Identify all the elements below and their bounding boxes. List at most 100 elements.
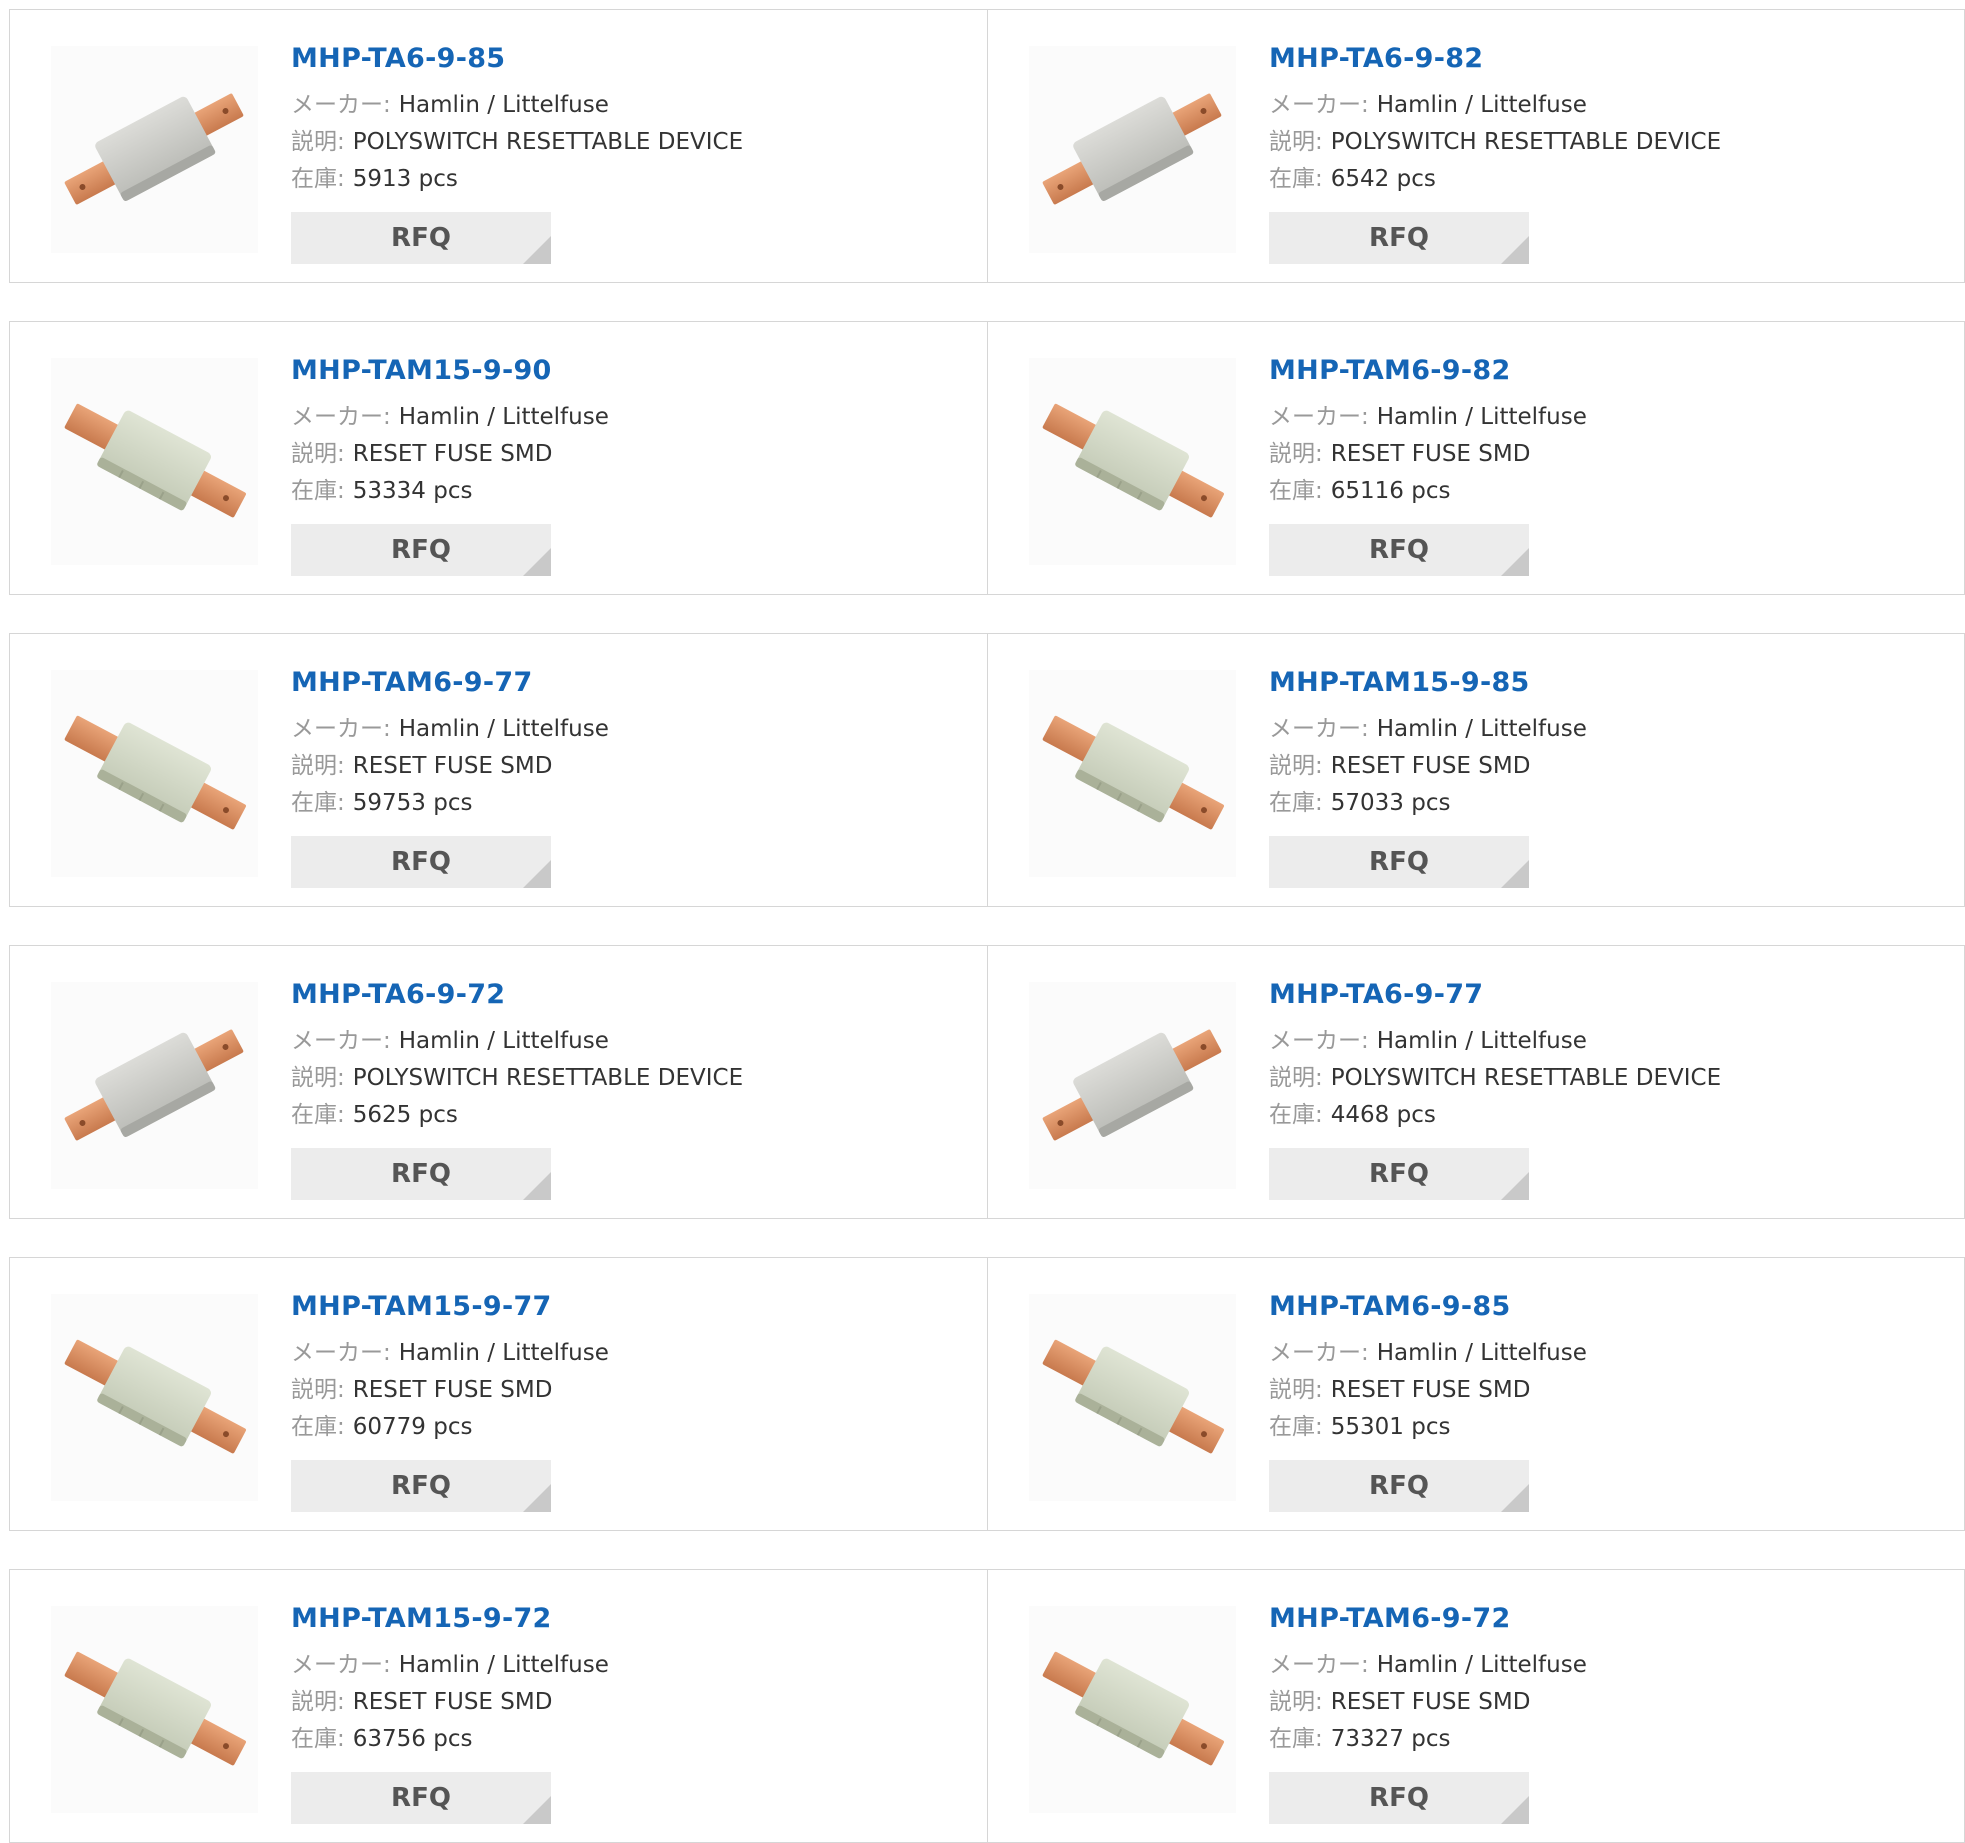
rfq-button[interactable]: RFQ: [291, 1772, 551, 1824]
product-card: MHP-TAM6-9-72 メーカー: Hamlin / Littelfuse 説明:…: [987, 1570, 1964, 1842]
description-line: 説明: POLYSWITCH RESETTABLE DEVICE: [1269, 124, 1721, 161]
stock-line: 在庫: 60779 pcs: [291, 1409, 609, 1446]
product-row: MHP-TAM15-9-77 メーカー: Hamlin / Littelfuse 説明…: [9, 1257, 1965, 1531]
rfq-button[interactable]: RFQ: [1269, 1148, 1529, 1200]
description-value: POLYSWITCH RESETTABLE DEVICE: [1330, 129, 1722, 155]
description-label: 説明:: [291, 1065, 345, 1091]
product-card: MHP-TAM6-9-77 メーカー: Hamlin / Littelfuse 説明:…: [10, 634, 987, 906]
description-label: 説明:: [291, 441, 345, 467]
maker-label: メーカー:: [1269, 92, 1369, 118]
polyswitch-device-image[interactable]: [1029, 982, 1236, 1189]
part-number-link[interactable]: MHP-TAM6-9-77: [291, 666, 609, 700]
maker-line: メーカー: Hamlin / Littelfuse: [1269, 1023, 1721, 1060]
maker-value: Hamlin / Littelfuse: [398, 1340, 609, 1366]
rfq-button[interactable]: RFQ: [1269, 1460, 1529, 1512]
rfq-button[interactable]: RFQ: [291, 524, 551, 576]
stock-line: 在庫: 65116 pcs: [1269, 473, 1587, 510]
rfq-button[interactable]: RFQ: [1269, 524, 1529, 576]
reset-fuse-image[interactable]: [51, 670, 258, 877]
description-line: 説明: RESET FUSE SMD: [291, 1684, 609, 1721]
stock-value: 73327 pcs: [1330, 1726, 1451, 1752]
maker-line: メーカー: Hamlin / Littelfuse: [1269, 87, 1721, 124]
product-info: MHP-TA6-9-72 メーカー: Hamlin / Littelfuse 説明: P…: [291, 978, 743, 1200]
reset-fuse-image[interactable]: [1029, 1606, 1236, 1813]
description-value: RESET FUSE SMD: [1330, 441, 1531, 467]
reset-fuse-image[interactable]: [1029, 1294, 1236, 1501]
stock-label: 在庫:: [1269, 1102, 1323, 1128]
description-value: RESET FUSE SMD: [1330, 1377, 1531, 1403]
stock-value: 65116 pcs: [1330, 478, 1451, 504]
polyswitch-device-image[interactable]: [51, 46, 258, 253]
polyswitch-device-image[interactable]: [51, 982, 258, 1189]
rfq-button[interactable]: RFQ: [1269, 212, 1529, 264]
rfq-label: RFQ: [391, 1783, 451, 1813]
reset-fuse-image[interactable]: [51, 1606, 258, 1813]
maker-line: メーカー: Hamlin / Littelfuse: [1269, 711, 1587, 748]
maker-label: メーカー:: [1269, 404, 1369, 430]
description-line: 説明: RESET FUSE SMD: [1269, 1372, 1587, 1409]
rfq-button[interactable]: RFQ: [1269, 836, 1529, 888]
stock-value: 55301 pcs: [1330, 1414, 1451, 1440]
maker-label: メーカー:: [291, 1028, 391, 1054]
description-label: 説明:: [1269, 441, 1323, 467]
description-value: RESET FUSE SMD: [1330, 753, 1531, 779]
rfq-button[interactable]: RFQ: [291, 212, 551, 264]
stock-line: 在庫: 57033 pcs: [1269, 785, 1587, 822]
maker-label: メーカー:: [291, 92, 391, 118]
description-line: 説明: RESET FUSE SMD: [1269, 436, 1587, 473]
part-number-link[interactable]: MHP-TA6-9-77: [1269, 978, 1721, 1012]
part-number-link[interactable]: MHP-TAM15-9-85: [1269, 666, 1587, 700]
rfq-button[interactable]: RFQ: [1269, 1772, 1529, 1824]
product-row: MHP-TAM15-9-90 メーカー: Hamlin / Littelfuse 説明…: [9, 321, 1965, 595]
maker-label: メーカー:: [1269, 1652, 1369, 1678]
maker-line: メーカー: Hamlin / Littelfuse: [1269, 1647, 1587, 1684]
description-label: 説明:: [291, 129, 345, 155]
stock-line: 在庫: 5625 pcs: [291, 1097, 743, 1134]
stock-label: 在庫:: [1269, 478, 1323, 504]
polyswitch-device-image[interactable]: [1029, 46, 1236, 253]
description-line: 説明: RESET FUSE SMD: [1269, 1684, 1587, 1721]
product-card: MHP-TAM15-9-77 メーカー: Hamlin / Littelfuse 説明…: [10, 1258, 987, 1530]
product-info: MHP-TAM6-9-77 メーカー: Hamlin / Littelfuse 説明:…: [291, 666, 609, 888]
part-number-link[interactable]: MHP-TA6-9-72: [291, 978, 743, 1012]
rfq-button[interactable]: RFQ: [291, 836, 551, 888]
part-number-link[interactable]: MHP-TAM6-9-85: [1269, 1290, 1587, 1324]
maker-label: メーカー:: [1269, 1028, 1369, 1054]
part-number-link[interactable]: MHP-TAM6-9-72: [1269, 1602, 1587, 1636]
reset-fuse-image[interactable]: [1029, 670, 1236, 877]
reset-fuse-image[interactable]: [51, 1294, 258, 1501]
stock-label: 在庫:: [291, 1414, 345, 1440]
part-number-link[interactable]: MHP-TAM15-9-90: [291, 354, 609, 388]
reset-fuse-image[interactable]: [1029, 358, 1236, 565]
maker-label: メーカー:: [291, 1652, 391, 1678]
product-info: MHP-TAM6-9-85 メーカー: Hamlin / Littelfuse 説明:…: [1269, 1290, 1587, 1512]
description-value: RESET FUSE SMD: [352, 753, 553, 779]
stock-value: 60779 pcs: [352, 1414, 473, 1440]
part-number-link[interactable]: MHP-TAM6-9-82: [1269, 354, 1587, 388]
part-number-link[interactable]: MHP-TA6-9-82: [1269, 42, 1721, 76]
stock-label: 在庫:: [291, 1102, 345, 1128]
stock-line: 在庫: 73327 pcs: [1269, 1721, 1587, 1758]
maker-line: メーカー: Hamlin / Littelfuse: [291, 399, 609, 436]
product-card: MHP-TAM15-9-72 メーカー: Hamlin / Littelfuse 説明…: [10, 1570, 987, 1842]
maker-line: メーカー: Hamlin / Littelfuse: [291, 711, 609, 748]
description-label: 説明:: [1269, 753, 1323, 779]
maker-value: Hamlin / Littelfuse: [1376, 1028, 1587, 1054]
part-number-link[interactable]: MHP-TAM15-9-77: [291, 1290, 609, 1324]
reset-fuse-image[interactable]: [51, 358, 258, 565]
rfq-label: RFQ: [1369, 847, 1429, 877]
description-label: 説明:: [291, 753, 345, 779]
corner-triangle-icon: [523, 1484, 551, 1512]
maker-line: メーカー: Hamlin / Littelfuse: [1269, 1335, 1587, 1372]
description-line: 説明: RESET FUSE SMD: [291, 1372, 609, 1409]
maker-value: Hamlin / Littelfuse: [398, 92, 609, 118]
part-number-link[interactable]: MHP-TAM15-9-72: [291, 1602, 609, 1636]
description-value: POLYSWITCH RESETTABLE DEVICE: [352, 1065, 744, 1091]
description-value: RESET FUSE SMD: [352, 441, 553, 467]
product-card: MHP-TA6-9-82 メーカー: Hamlin / Littelfuse 説明: P…: [987, 10, 1964, 282]
stock-label: 在庫:: [291, 790, 345, 816]
rfq-button[interactable]: RFQ: [291, 1460, 551, 1512]
part-number-link[interactable]: MHP-TA6-9-85: [291, 42, 743, 76]
rfq-button[interactable]: RFQ: [291, 1148, 551, 1200]
description-line: 説明: POLYSWITCH RESETTABLE DEVICE: [1269, 1060, 1721, 1097]
